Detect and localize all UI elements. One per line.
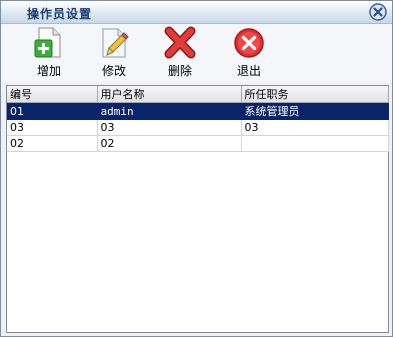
cell-position: 03 (241, 119, 389, 136)
cell-username: 03 (97, 119, 242, 136)
delete-button[interactable]: 删除 (155, 26, 205, 82)
edit-document-icon (102, 28, 129, 58)
operator-settings-window: 操作员设置 增加 修改 删除 退出 编号 用户名称 所任职务 01 admin … (0, 0, 393, 337)
header-row: 编号 用户名称 所任职务 (7, 86, 389, 103)
cell-id: 03 (7, 119, 98, 136)
exit-button-label: 退出 (236, 64, 261, 78)
cell-username: 02 (97, 135, 242, 152)
edit-button-label: 修改 (101, 64, 126, 78)
operator-table: 编号 用户名称 所任职务 01 admin 系统管理员 03 03 03 02 (7, 86, 389, 152)
column-header-username[interactable]: 用户名称 (97, 86, 242, 103)
column-header-id[interactable]: 编号 (7, 86, 98, 103)
add-button[interactable]: 增加 (24, 26, 74, 82)
cell-id: 01 (7, 102, 98, 120)
cell-position: 系统管理员 (241, 102, 389, 120)
title-bar[interactable]: 操作员设置 (1, 1, 392, 24)
cell-id: 02 (7, 135, 98, 152)
window-title: 操作员设置 (27, 7, 93, 21)
delete-x-icon (164, 26, 196, 59)
toolbar: 增加 修改 删除 退出 (1, 24, 392, 82)
add-button-label: 增加 (36, 64, 61, 78)
column-header-position[interactable]: 所任职务 (241, 86, 389, 103)
exit-button[interactable]: 退出 (224, 26, 274, 82)
table-row[interactable]: 01 admin 系统管理员 (7, 102, 389, 120)
table-row[interactable]: 03 03 03 (7, 119, 389, 136)
close-icon[interactable] (369, 3, 387, 21)
delete-button-label: 删除 (167, 64, 192, 78)
operator-grid[interactable]: 编号 用户名称 所任职务 01 admin 系统管理员 03 03 03 02 (6, 85, 389, 333)
edit-button[interactable]: 修改 (89, 26, 139, 82)
table-row[interactable]: 02 02 (7, 135, 389, 152)
cell-username: admin (97, 102, 242, 120)
add-document-icon (34, 27, 61, 58)
cell-position (241, 135, 389, 152)
exit-circle-icon (234, 28, 264, 58)
